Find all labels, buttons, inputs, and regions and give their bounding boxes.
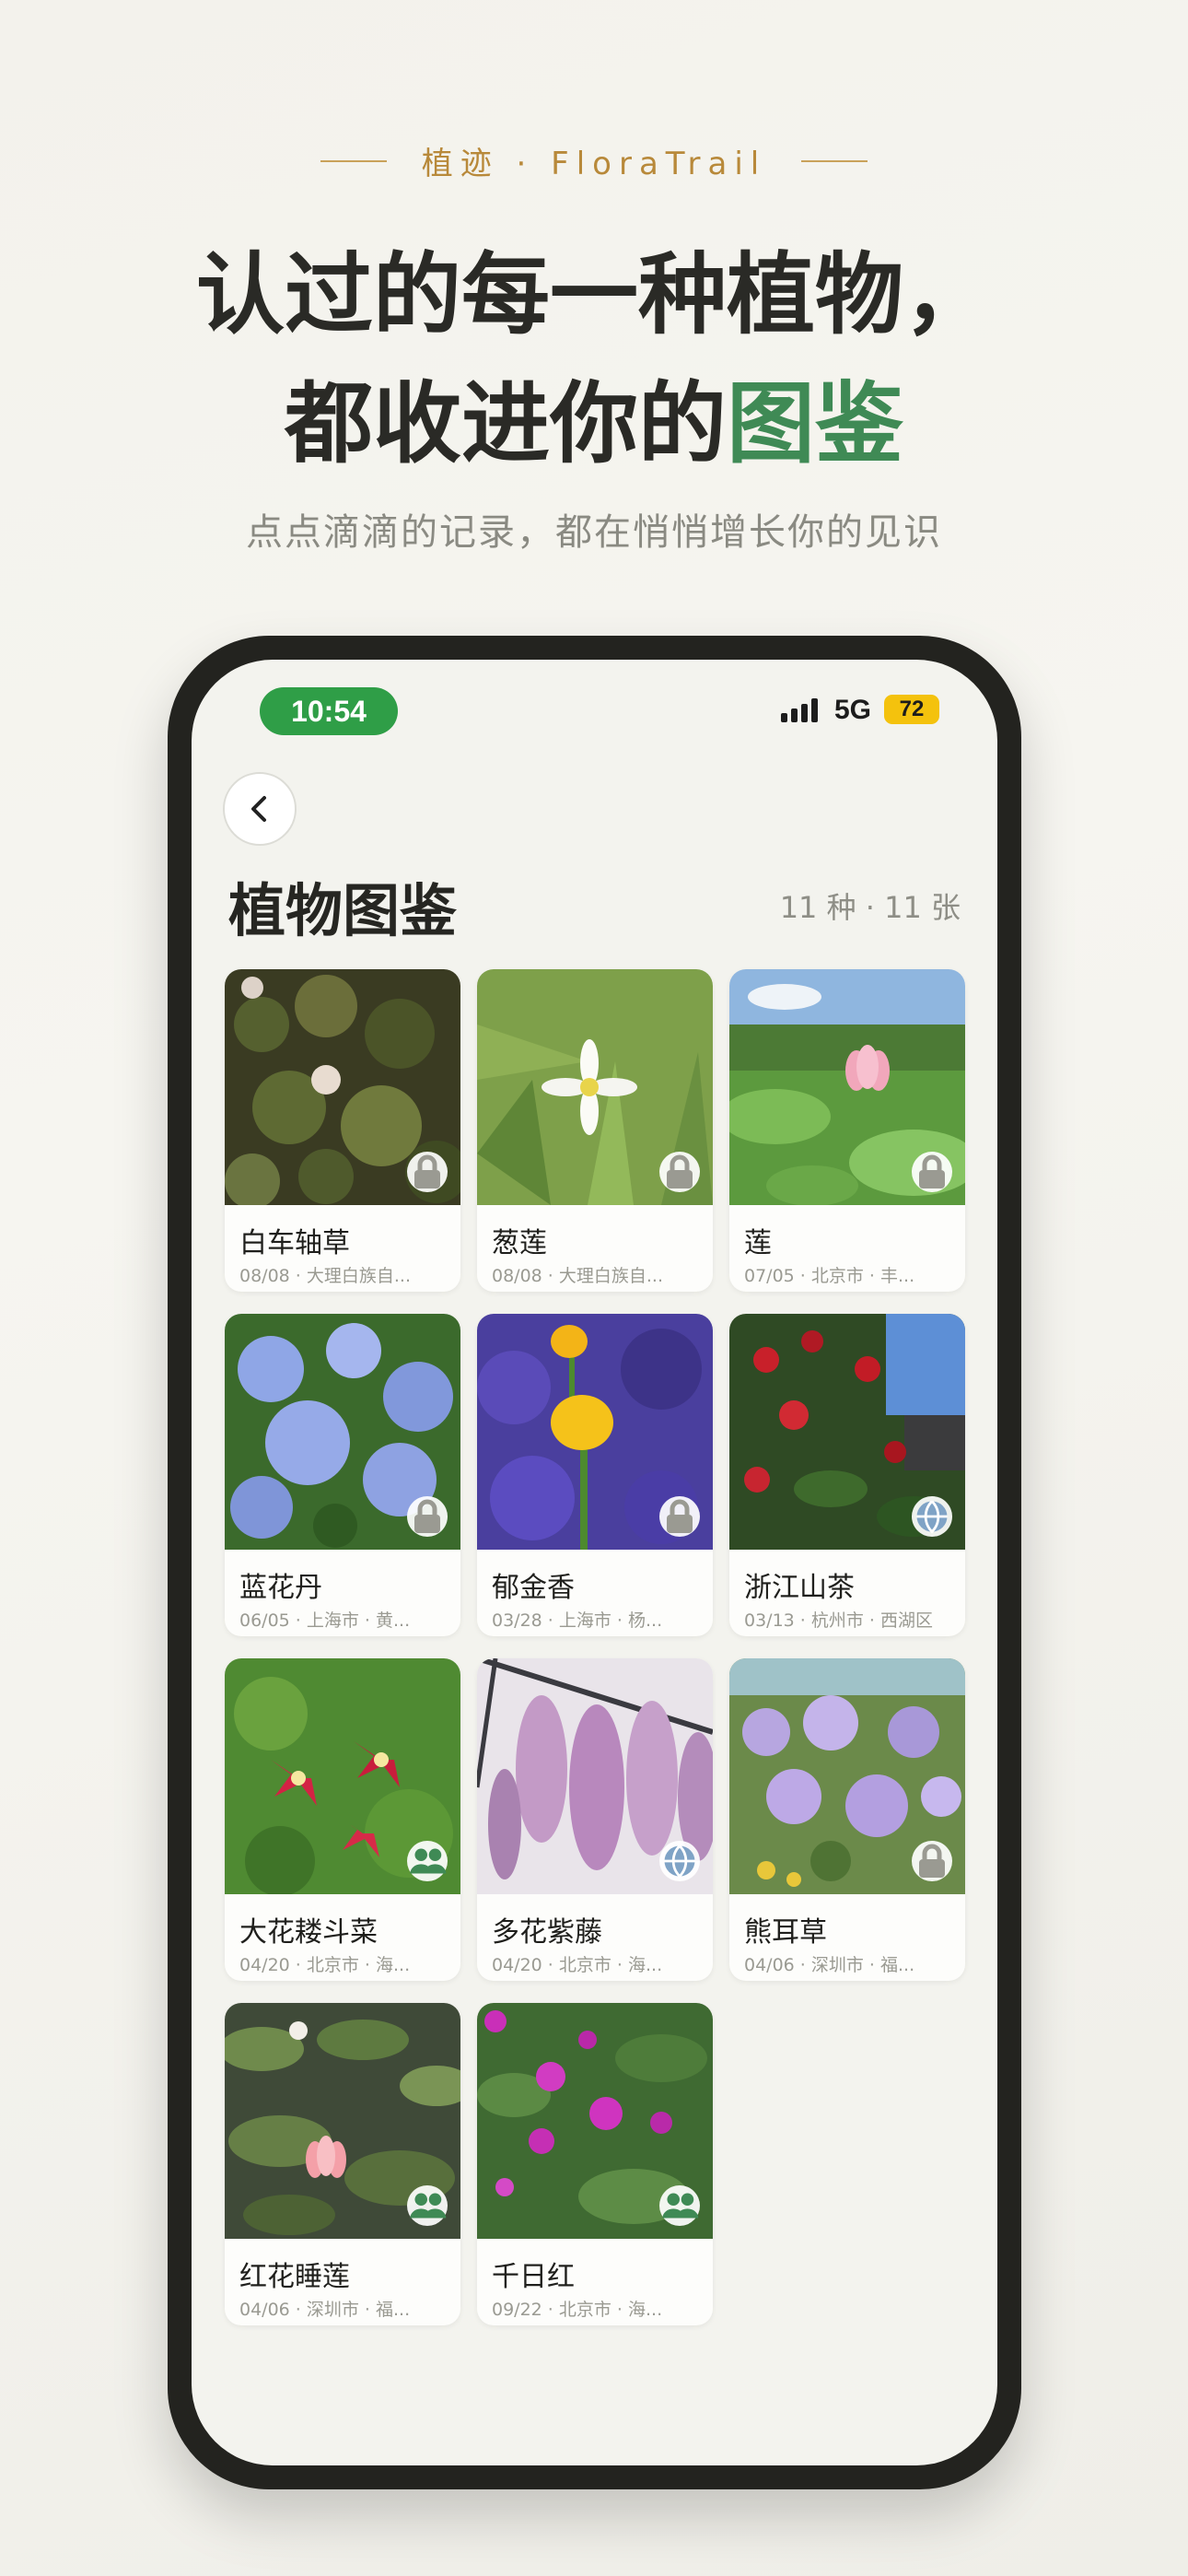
plant-meta: 03/13 · 杭州市 · 西湖区 [744,1610,933,1631]
plant-card[interactable]: 蓝花丹 06/05 · 上海市 · 黄... [225,1314,460,1636]
status-time: 10:54 [260,687,398,735]
battery-level: 72 [899,697,925,721]
lock-icon [912,1841,952,1881]
people-icon [407,1841,448,1881]
page-title: 植物图鉴 [228,877,458,944]
plant-meta: 08/08 · 大理白族自... [239,1266,411,1286]
headline: 认过的每一种植物， 都收进你的图鉴 [0,230,1188,488]
plant-photo [729,1314,965,1550]
plant-name: 熊耳草 [744,1916,827,1949]
plant-photo [477,1658,713,1894]
brand-divider-left [320,159,387,162]
plant-photo [225,1658,460,1894]
headline-line-1: 认过的每一种植物， [196,242,992,346]
people-icon [407,2185,448,2226]
phone-screen: 10:54 5G 72 植物图鉴 11 种 · 11 张 白车轴草 08/08 … [192,660,997,2465]
globe-icon [659,1841,700,1881]
headline-line-2-prefix: 都收进你的 [285,371,727,475]
lock-icon [659,1496,700,1537]
network-label: 5G [834,695,872,725]
phone-frame: 10:54 5G 72 植物图鉴 11 种 · 11 张 白车轴草 08/08 … [168,636,1021,2489]
brand-name: 植迹 · FloraTrail [421,146,767,182]
plant-meta: 03/28 · 上海市 · 杨... [492,1610,663,1631]
plant-photo [477,969,713,1205]
plant-name: 浙江山茶 [744,1572,855,1604]
plant-card[interactable]: 千日红 09/22 · 北京市 · 海... [477,2003,713,2325]
plant-photo [225,969,460,1205]
plant-photo [477,2003,713,2239]
plant-meta: 08/08 · 大理白族自... [492,1266,663,1286]
plant-card[interactable]: 红花睡莲 04/06 · 深圳市 · 福... [225,2003,460,2325]
plant-card[interactable]: 白车轴草 08/08 · 大理白族自... [225,969,460,1292]
plant-meta: 04/20 · 北京市 · 海... [239,1955,411,1975]
species-photo-count: 11 种 · 11 张 [779,890,961,925]
signal-icon [781,698,818,722]
plant-photo [729,969,965,1205]
plant-card[interactable]: 大花耧斗菜 04/20 · 北京市 · 海... [225,1658,460,1981]
headline-accent: 图鉴 [727,371,903,475]
plant-name: 红花睡莲 [239,2261,350,2293]
plant-card[interactable]: 莲 07/05 · 北京市 · 丰... [729,969,965,1292]
lock-icon [659,1152,700,1192]
plant-photo [225,2003,460,2239]
plant-meta: 04/06 · 深圳市 · 福... [744,1955,915,1975]
plant-photo [729,1658,965,1894]
plant-name: 郁金香 [492,1572,575,1604]
plant-card[interactable]: 郁金香 03/28 · 上海市 · 杨... [477,1314,713,1636]
people-icon [659,2185,700,2226]
lock-icon [407,1152,448,1192]
plant-meta: 06/05 · 上海市 · 黄... [239,1610,411,1631]
plant-meta: 09/22 · 北京市 · 海... [492,2300,663,2320]
plant-card[interactable]: 浙江山茶 03/13 · 杭州市 · 西湖区 [729,1314,965,1636]
lock-icon [912,1152,952,1192]
status-bar: 10:54 5G 72 [192,660,997,752]
lock-icon [407,1496,448,1537]
plant-card[interactable]: 熊耳草 04/06 · 深圳市 · 福... [729,1658,965,1981]
battery-icon: 72 [884,695,939,724]
plant-name: 蓝花丹 [239,1572,322,1604]
globe-icon [912,1496,952,1537]
plant-meta: 07/05 · 北京市 · 丰... [744,1266,915,1286]
plant-meta: 04/06 · 深圳市 · 福... [239,2300,411,2320]
plant-name: 葱莲 [492,1227,547,1259]
chevron-left-icon [251,796,266,822]
brand-row: 植迹 · FloraTrail [0,138,1188,183]
plant-name: 大花耧斗菜 [239,1916,378,1949]
plant-card[interactable]: 葱莲 08/08 · 大理白族自... [477,969,713,1292]
plant-name: 多花紫藤 [492,1916,602,1949]
plant-name: 莲 [744,1227,772,1259]
plant-card[interactable]: 多花紫藤 04/20 · 北京市 · 海... [477,1658,713,1981]
plant-name: 千日红 [492,2261,575,2293]
back-button[interactable] [223,772,297,846]
plant-grid: 白车轴草 08/08 · 大理白族自... 葱莲 08/08 · 大理白族自..… [225,969,965,2325]
brand-divider-right [801,159,868,162]
plant-photo [477,1314,713,1550]
subline: 点点滴滴的记录，都在悄悄增长你的见识 [246,511,942,554]
headline-line-2: 都收进你的图鉴 [0,359,1188,488]
plant-photo [225,1314,460,1550]
plant-meta: 04/20 · 北京市 · 海... [492,1955,663,1975]
plant-name: 白车轴草 [239,1227,350,1259]
